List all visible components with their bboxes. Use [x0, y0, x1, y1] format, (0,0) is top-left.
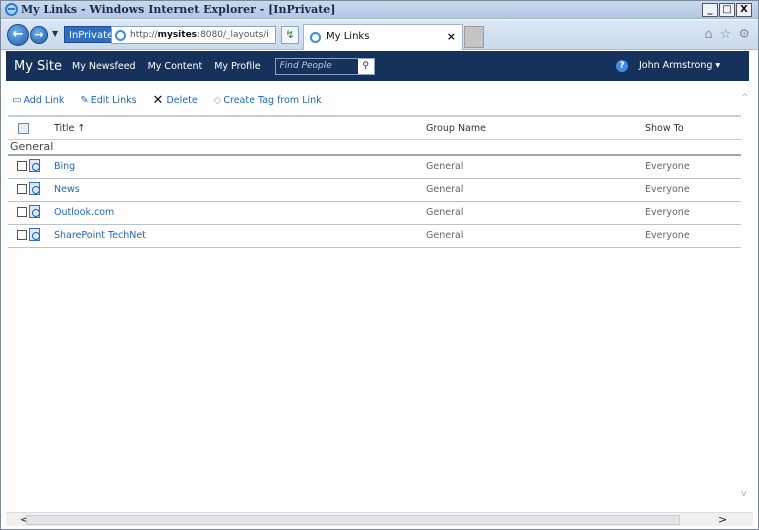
scroll-up-arrow-icon[interactable]: ^	[741, 93, 749, 103]
table-row: SharePoint TechNet General Everyone	[8, 225, 741, 248]
page-icon	[115, 30, 126, 41]
new-tab-button[interactable]	[464, 26, 484, 48]
link-icon	[29, 159, 40, 172]
window-controls: _ □ X	[702, 3, 752, 17]
group-header: General	[8, 140, 741, 156]
edit-links-button[interactable]: ✎ Edit Links	[80, 95, 136, 106]
link-show-to: Everyone	[645, 184, 690, 195]
add-link-icon: ▭	[12, 95, 22, 106]
forward-arrow-icon: →	[34, 28, 44, 41]
table-row: News General Everyone	[8, 179, 741, 202]
row-checkbox[interactable]	[17, 184, 27, 194]
row-checkbox[interactable]	[17, 207, 27, 217]
column-title[interactable]: Title ↑	[54, 123, 85, 134]
table-header: Title ↑ Group Name Show To	[8, 115, 741, 140]
refresh-button[interactable]: ↯	[281, 26, 299, 44]
link-group: General	[426, 184, 464, 195]
link-icon	[29, 205, 40, 218]
scroll-down-arrow-icon[interactable]: v	[741, 489, 746, 499]
delete-x-icon: ✕	[152, 93, 164, 108]
maximize-button[interactable]: □	[719, 3, 735, 17]
link-icon	[29, 228, 40, 241]
link-title[interactable]: SharePoint TechNet	[54, 230, 146, 241]
column-show-to[interactable]: Show To	[645, 123, 684, 134]
user-menu[interactable]: John Armstrong ▾	[639, 60, 720, 71]
table-row: Outlook.com General Everyone	[8, 202, 741, 225]
home-icon[interactable]: ⌂	[704, 27, 712, 42]
select-all-icon[interactable]	[18, 123, 29, 134]
address-bar[interactable]: http://mysites:8080/_layouts/i ⚲ ▼	[111, 26, 276, 44]
window-title: My Links - Windows Internet Explorer - […	[21, 3, 336, 16]
close-button[interactable]: X	[736, 3, 752, 17]
link-show-to: Everyone	[645, 161, 690, 172]
tab-page-icon	[310, 32, 321, 43]
address-path: :8080/_layouts/i	[197, 30, 269, 40]
favorites-star-icon[interactable]: ☆	[720, 27, 732, 42]
nav-my-newsfeed[interactable]: My Newsfeed	[72, 61, 136, 72]
delete-label: Delete	[166, 95, 198, 106]
address-host: mysites	[157, 30, 198, 40]
tag-icon: ◇	[213, 95, 222, 106]
links-table: Title ↑ Group Name Show To General Bing …	[8, 115, 741, 248]
people-search-input[interactable]: Find People ⚲	[274, 57, 375, 75]
link-group: General	[426, 161, 464, 172]
scrollbar-thumb[interactable]	[26, 515, 680, 525]
people-search-placeholder: Find People	[279, 60, 332, 71]
back-button[interactable]: ←	[7, 24, 29, 46]
add-link-label: Add Link	[23, 95, 65, 106]
link-title[interactable]: Bing	[54, 161, 75, 172]
table-row: Bing General Everyone	[8, 156, 741, 179]
site-title[interactable]: My Site	[14, 59, 62, 74]
link-show-to: Everyone	[645, 230, 690, 241]
link-group: General	[426, 207, 464, 218]
settings-gear-icon[interactable]: ⚙	[738, 27, 750, 42]
tab-title: My Links	[326, 31, 370, 42]
edit-links-icon: ✎	[80, 95, 89, 106]
browser-tools: ⌂ ☆ ⚙	[704, 27, 750, 42]
minimize-button[interactable]: _	[702, 3, 718, 17]
create-tag-label: Create Tag from Link	[223, 95, 322, 106]
browser-window: My Links - Windows Internet Explorer - […	[0, 0, 759, 530]
tab-my-links[interactable]: My Links ×	[303, 24, 463, 50]
tab-close-icon[interactable]: ×	[447, 25, 456, 49]
site-ribbon: My Site My Newsfeed My Content My Profil…	[6, 51, 749, 81]
link-icon	[29, 182, 40, 195]
help-icon[interactable]: ?	[616, 60, 628, 72]
link-title[interactable]: Outlook.com	[54, 207, 114, 218]
row-checkbox[interactable]	[17, 230, 27, 240]
forward-button[interactable]: →	[30, 26, 48, 44]
add-link-button[interactable]: ▭ Add Link	[12, 95, 64, 106]
link-title[interactable]: News	[54, 184, 80, 195]
nav-my-profile[interactable]: My Profile	[214, 61, 260, 72]
create-tag-button[interactable]: ◇ Create Tag from Link	[214, 95, 322, 106]
title-bar[interactable]: My Links - Windows Internet Explorer - […	[1, 1, 758, 19]
ie-logo-icon	[5, 3, 18, 16]
horizontal-scrollbar[interactable]: < >	[6, 512, 753, 526]
refresh-icon: ↯	[285, 28, 295, 41]
address-prefix: http://	[130, 30, 158, 40]
link-show-to: Everyone	[645, 207, 690, 218]
column-group-name[interactable]: Group Name	[426, 123, 486, 134]
history-dropdown-icon[interactable]: ▼	[52, 29, 58, 38]
back-arrow-icon: ←	[12, 27, 24, 42]
scroll-right-icon[interactable]: >	[718, 513, 727, 527]
links-toolbar: ▭ Add Link ✎ Edit Links ✕ Delete ◇ Creat…	[12, 93, 338, 108]
delete-button[interactable]: ✕ Delete	[153, 93, 198, 108]
navigation-bar: ← → ▼ InPrivate http://mysites:8080/_lay…	[1, 20, 758, 50]
link-group: General	[426, 230, 464, 241]
row-checkbox[interactable]	[17, 161, 27, 171]
people-search-icon[interactable]: ⚲	[357, 58, 374, 74]
nav-my-content[interactable]: My Content	[148, 61, 203, 72]
edit-links-label: Edit Links	[90, 95, 137, 106]
